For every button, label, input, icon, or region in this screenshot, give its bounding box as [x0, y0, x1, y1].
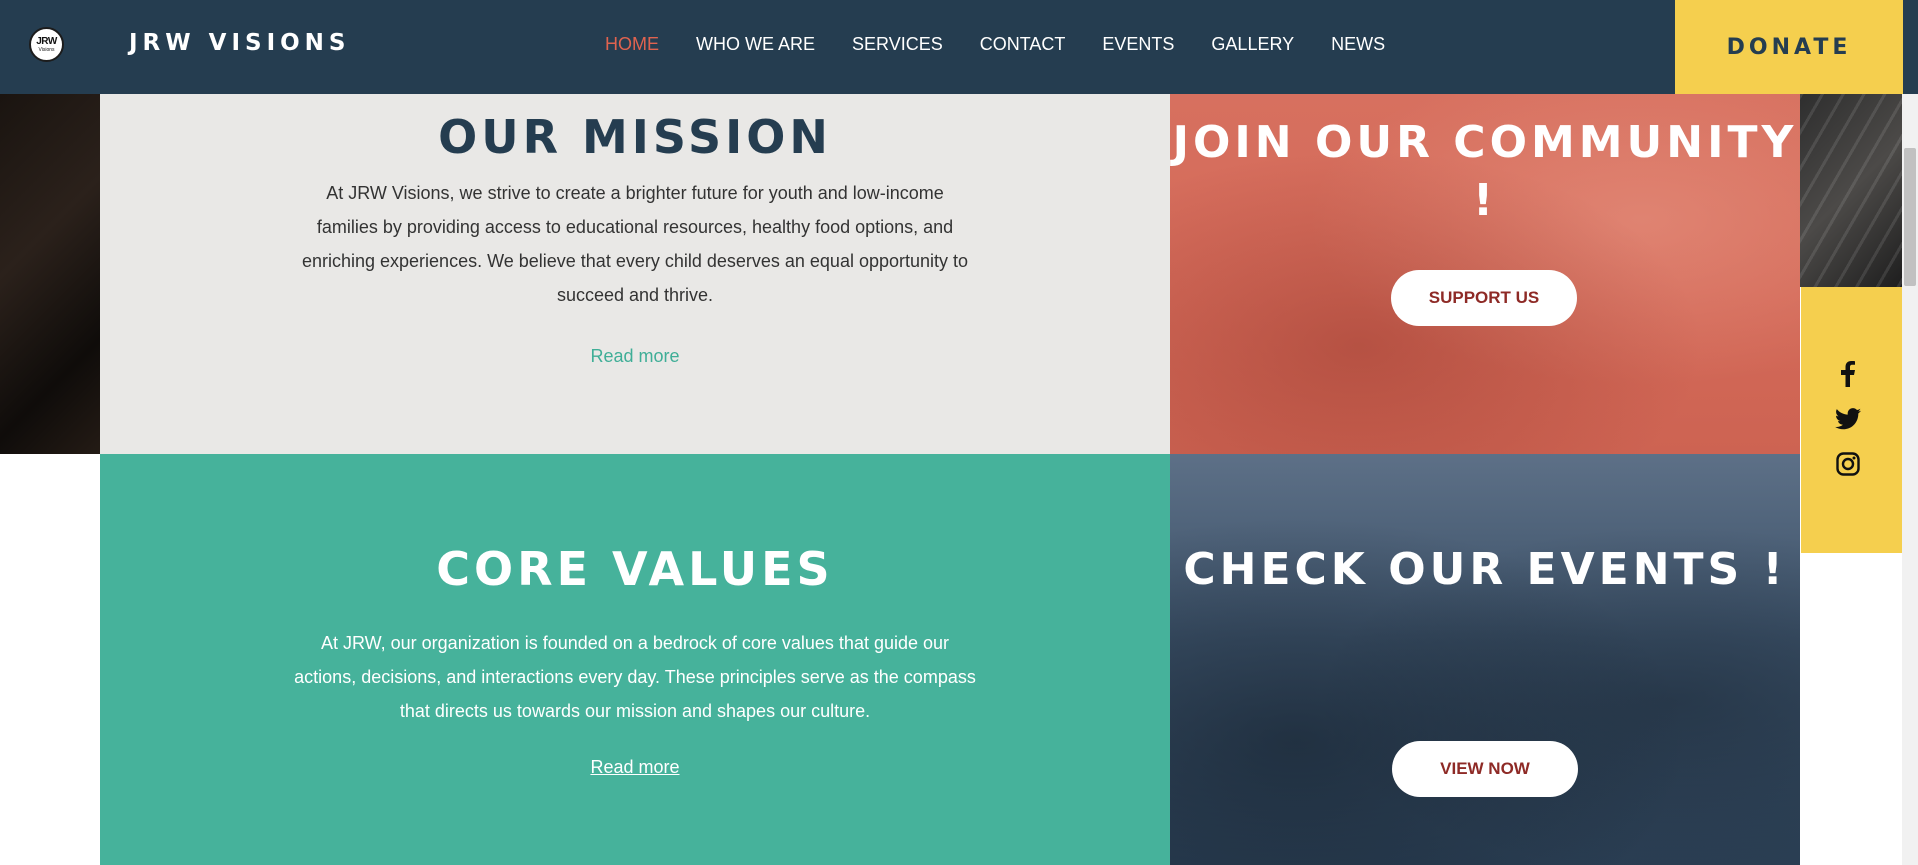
logo-subtext: Visions: [38, 46, 55, 53]
brand-name[interactable]: JRW VISIONS: [129, 30, 351, 56]
core-values-read-more-link[interactable]: Read more: [100, 757, 1170, 778]
logo-text: JRW: [36, 35, 57, 47]
join-title: JOIN OUR COMMUNITY !: [1172, 117, 1798, 226]
support-us-button[interactable]: SUPPORT US: [1391, 270, 1577, 326]
events-title: CHECK OUR EVENTS !: [1183, 544, 1787, 595]
scrollbar-thumb[interactable]: [1904, 148, 1916, 286]
nav-gallery[interactable]: GALLERY: [1211, 34, 1294, 55]
nav-news[interactable]: NEWS: [1331, 34, 1385, 55]
site-header: JRW Visions JRW VISIONS HOME WHO WE ARE …: [0, 0, 1918, 94]
join-community-section: JOIN OUR COMMUNITY ! SUPPORT US: [1170, 94, 1800, 454]
twitter-icon[interactable]: [1834, 405, 1862, 433]
logo[interactable]: JRW Visions: [29, 27, 64, 62]
core-values-section: CORE VALUES At JRW, our organization is …: [100, 454, 1170, 865]
view-now-button[interactable]: VIEW NOW: [1392, 741, 1578, 797]
nav-contact[interactable]: CONTACT: [980, 34, 1066, 55]
nav-home[interactable]: HOME: [605, 34, 659, 55]
nav-events[interactable]: EVENTS: [1102, 34, 1174, 55]
core-values-text: At JRW, our organization is founded on a…: [294, 633, 976, 721]
instagram-icon[interactable]: [1834, 450, 1862, 478]
mission-title: OUR MISSION: [438, 110, 832, 164]
core-values-title: CORE VALUES: [436, 542, 834, 596]
mission-section: OUR MISSION At JRW Visions, we strive to…: [100, 94, 1170, 454]
nav-services[interactable]: SERVICES: [852, 34, 943, 55]
nav-who-we-are[interactable]: WHO WE ARE: [696, 34, 815, 55]
mission-read-more-link[interactable]: Read more: [100, 346, 1170, 367]
main-nav: HOME WHO WE ARE SERVICES CONTACT EVENTS …: [605, 34, 1422, 55]
right-background-image: [1800, 94, 1902, 287]
mission-text: At JRW Visions, we strive to create a br…: [301, 183, 969, 305]
facebook-icon[interactable]: [1834, 360, 1862, 388]
left-background-image: [0, 94, 100, 454]
events-section: CHECK OUR EVENTS ! VIEW NOW: [1170, 454, 1800, 865]
donate-button[interactable]: DONATE: [1675, 0, 1903, 94]
